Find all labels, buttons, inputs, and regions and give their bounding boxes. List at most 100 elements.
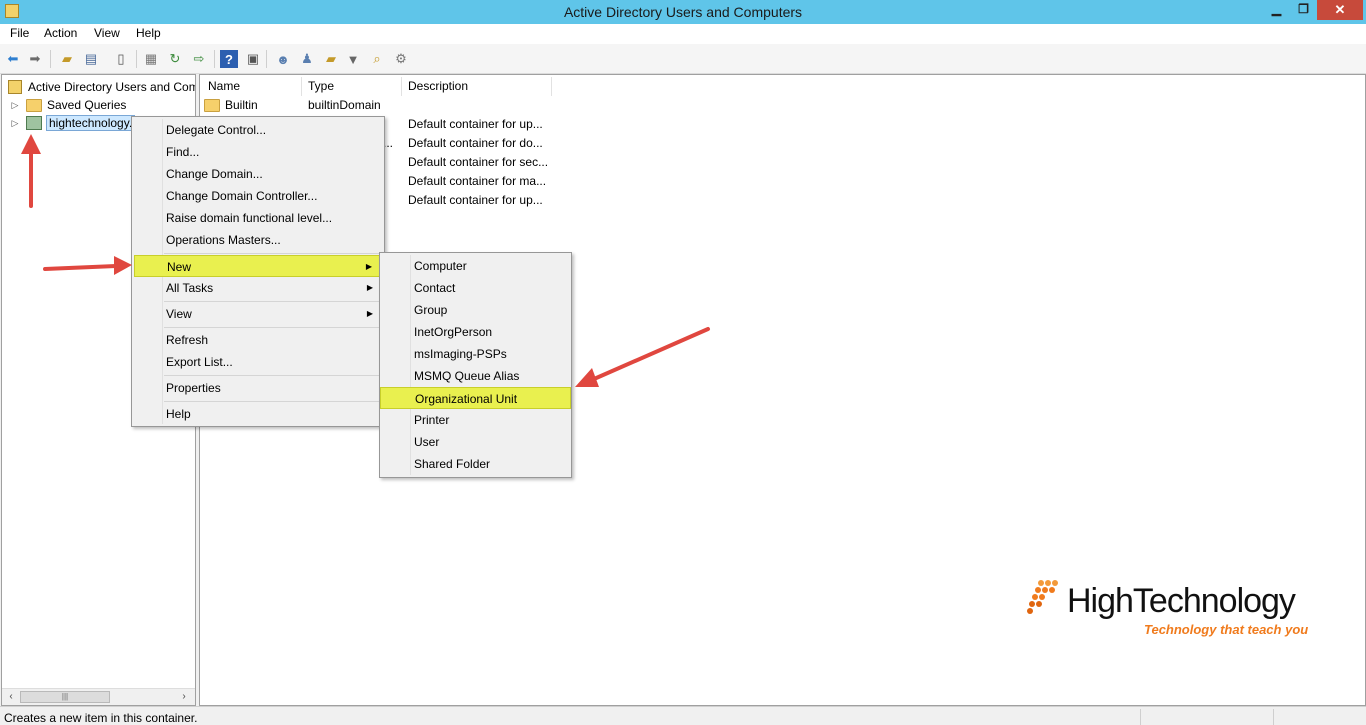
menu-item-label: Group (414, 303, 448, 317)
status-text: Creates a new item in this container. (4, 711, 198, 725)
submenu-item-computer[interactable]: Computer (382, 255, 467, 277)
submenu-item-group[interactable]: Group (382, 299, 447, 321)
submenu-item-inetorgperson[interactable]: InetOrgPerson (382, 321, 492, 343)
maximize-button[interactable]: ❐ (1290, 0, 1317, 20)
scroll-right-icon[interactable]: › (177, 690, 191, 704)
menu-item-help[interactable]: Help (134, 403, 191, 425)
scroll-left-icon[interactable]: ‹ (4, 690, 18, 704)
title-bar: Active Directory Users and Computers ▁ ❐… (0, 0, 1366, 24)
column-header-name[interactable]: Name (202, 77, 302, 96)
toolbar-separator (266, 50, 267, 68)
tree-item-saved-queries[interactable]: ▷ Saved Queries (10, 96, 127, 114)
submenu-item-shared-folder[interactable]: Shared Folder (382, 453, 490, 475)
export-list-icon[interactable]: ▦ (142, 50, 160, 68)
export-icon[interactable]: ⇨ (190, 50, 208, 68)
new-user-icon[interactable]: ☻ (274, 50, 292, 68)
menu-item-label: Find... (166, 145, 200, 159)
menu-bar: File Action View Help (0, 24, 1366, 44)
menu-item-label: InetOrgPerson (414, 325, 493, 339)
menu-item-view[interactable]: View ▶ (134, 303, 381, 325)
submenu-item-user[interactable]: User (382, 431, 439, 453)
menu-item-label: Properties (166, 381, 221, 395)
menu-item-find[interactable]: Find... (134, 141, 199, 163)
submenu-item-contact[interactable]: Contact (382, 277, 455, 299)
status-divider (1273, 709, 1274, 725)
menu-item-label: Printer (414, 413, 450, 427)
menu-item-label: Contact (414, 281, 456, 295)
folder-icon (204, 99, 220, 113)
clipboard-icon[interactable]: ▯ (112, 50, 130, 68)
refresh-icon[interactable]: ↻ (166, 50, 184, 68)
list-row[interactable]: Builtin builtinDomain (204, 96, 704, 115)
submenu-item-printer[interactable]: Printer (382, 409, 449, 431)
forward-arrow-icon[interactable]: ➡ (26, 50, 44, 68)
show-hide-tree-icon[interactable]: ▤ (82, 50, 100, 68)
column-header-type[interactable]: Type (302, 77, 402, 96)
menu-item-label: Refresh (166, 333, 209, 347)
menu-file[interactable]: File (10, 26, 29, 40)
back-arrow-icon[interactable]: ⬅ (4, 50, 22, 68)
watermark-logo: HighTechnology Technology that teach you (1027, 578, 1317, 648)
horizontal-scrollbar[interactable]: ‹ ||| › (2, 688, 195, 705)
expand-arrow-icon[interactable]: ▷ (10, 118, 20, 129)
minimize-button[interactable]: ▁ (1263, 0, 1290, 20)
toolbar-separator (136, 50, 137, 68)
submenu-arrow-icon: ▶ (366, 283, 373, 292)
toolbar-separator (214, 50, 215, 68)
menu-item-label: Organizational Unit (415, 392, 518, 406)
menu-item-label: All Tasks (166, 281, 214, 295)
menu-item-change-domain[interactable]: Change Domain... (134, 163, 263, 185)
row-name: Builtin (225, 98, 258, 112)
find-icon[interactable]: ⌕ (368, 50, 386, 68)
menu-item-label: Computer (414, 259, 467, 273)
menu-item-label: Change Domain... (166, 167, 263, 181)
menu-separator (164, 375, 380, 376)
menu-item-all-tasks[interactable]: All Tasks ▶ (134, 277, 381, 299)
row-description: Default container for do... (408, 136, 543, 150)
submenu-arrow-icon: ▶ (365, 262, 372, 271)
new-group-icon[interactable]: ♟ (298, 50, 316, 68)
menu-view[interactable]: View (94, 26, 120, 40)
expand-arrow-icon[interactable]: ▷ (10, 100, 20, 111)
tree-item-label: Saved Queries (47, 98, 127, 112)
tree-root-label: Active Directory Users and Com (28, 80, 196, 94)
menu-item-change-domain-controller[interactable]: Change Domain Controller... (134, 185, 317, 207)
properties-icon[interactable]: ▣ (244, 50, 262, 68)
menu-item-label: msImaging-PSPs (414, 347, 507, 361)
up-folder-icon[interactable]: ▰ (58, 50, 76, 68)
tree-item-label: hightechnology. (46, 115, 136, 131)
submenu-item-msimaging-psps[interactable]: msImaging-PSPs (382, 343, 507, 365)
close-button[interactable]: ✕ (1317, 0, 1363, 20)
menu-item-export-list[interactable]: Export List... (134, 351, 233, 373)
menu-item-raise-functional-level[interactable]: Raise domain functional level... (134, 207, 332, 229)
new-ou-icon[interactable]: ▰ (322, 50, 340, 68)
domain-icon (26, 116, 42, 130)
menu-item-refresh[interactable]: Refresh (134, 329, 208, 351)
menu-item-label: Change Domain Controller... (166, 189, 318, 203)
menu-item-new[interactable]: New ▶ (134, 255, 381, 277)
menu-item-label: Delegate Control... (166, 123, 267, 137)
row-description: Default container for ma... (408, 174, 547, 188)
menu-help[interactable]: Help (136, 26, 161, 40)
logo-mark-icon (1027, 580, 1058, 614)
column-header-description[interactable]: Description (402, 77, 552, 96)
menu-item-properties[interactable]: Properties (134, 377, 221, 399)
tree-root[interactable]: Active Directory Users and Com (8, 78, 196, 96)
filter-icon[interactable]: ▼ (344, 50, 362, 68)
submenu-item-msmq-queue-alias[interactable]: MSMQ Queue Alias (382, 365, 519, 387)
menu-item-label: Raise domain functional level... (166, 211, 333, 225)
submenu-item-organizational-unit[interactable]: Organizational Unit (380, 387, 571, 409)
row-type: builtinDomain (308, 98, 381, 112)
menu-item-label: Export List... (166, 355, 233, 369)
snapin-icon (8, 80, 22, 94)
menu-item-label: User (414, 435, 440, 449)
tree-item-domain[interactable]: ▷ hightechnology. (10, 114, 136, 132)
menu-item-delegate-control[interactable]: Delegate Control... (134, 119, 266, 141)
row-description: Default container for up... (408, 193, 543, 207)
help-icon[interactable]: ? (220, 50, 238, 68)
scroll-thumb[interactable]: ||| (20, 691, 110, 703)
row-description: Default container for sec... (408, 155, 549, 169)
menu-action[interactable]: Action (44, 26, 77, 40)
menu-item-operations-masters[interactable]: Operations Masters... (134, 229, 281, 251)
delegate-icon[interactable]: ⚙ (392, 50, 410, 68)
